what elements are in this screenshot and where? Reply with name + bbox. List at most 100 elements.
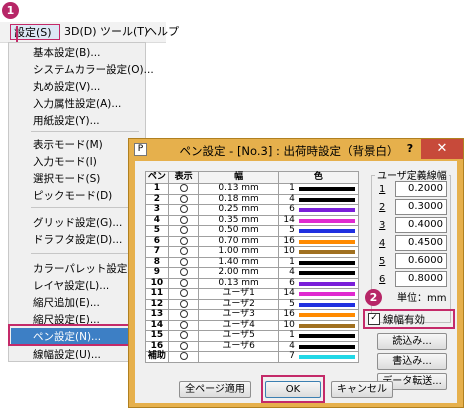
- pen-width[interactable]: ユーザ5: [198, 330, 279, 342]
- pen-visible-toggle[interactable]: [167, 183, 200, 195]
- pen-row[interactable]: 10 0.13 mm 6: [145, 277, 360, 289]
- menu-item-rounding[interactable]: 丸め設定(V)...: [33, 79, 100, 95]
- header-show[interactable]: 表示: [167, 171, 200, 184]
- pen-visible-toggle[interactable]: [167, 351, 200, 363]
- pen-width[interactable]: 2.00 mm: [198, 267, 279, 279]
- help-button[interactable]: ?: [399, 139, 421, 159]
- pen-visible-toggle[interactable]: [167, 246, 200, 258]
- pen-width[interactable]: ユーザ2: [198, 298, 279, 310]
- menu-help[interactable]: ヘルプ: [146, 24, 179, 40]
- pen-color-cell[interactable]: 4: [277, 193, 360, 205]
- menu-item-display-mode[interactable]: 表示モード(M): [33, 137, 103, 153]
- pen-width[interactable]: 1.40 mm: [198, 256, 279, 268]
- pen-row[interactable]: 9 2.00 mm 4: [145, 267, 360, 279]
- pen-color-cell[interactable]: 16: [277, 235, 360, 247]
- user-width-input[interactable]: 0.4000: [395, 217, 447, 233]
- pen-width[interactable]: 0.18 mm: [198, 193, 279, 205]
- user-width-input[interactable]: 0.6000: [395, 253, 447, 269]
- pen-row[interactable]: 5 0.50 mm 5: [145, 225, 360, 237]
- pen-width[interactable]: 0.25 mm: [198, 204, 279, 216]
- pen-row[interactable]: 16 ユーザ6 4: [145, 340, 360, 352]
- pen-row[interactable]: 補助 7: [145, 351, 360, 363]
- pen-visible-toggle[interactable]: [167, 225, 200, 237]
- line-width-checkbox[interactable]: ✓: [368, 313, 380, 325]
- pen-visible-toggle[interactable]: [167, 193, 200, 205]
- user-width-input[interactable]: 0.2000: [395, 181, 447, 197]
- pen-visible-toggle[interactable]: [167, 204, 200, 216]
- header-color[interactable]: 色: [277, 171, 360, 184]
- pen-width[interactable]: 0.50 mm: [198, 225, 279, 237]
- menu-item-select-mode[interactable]: 選択モード(S): [33, 171, 100, 187]
- pen-width[interactable]: ユーザ1: [198, 288, 279, 300]
- menu-item-scale-add[interactable]: 縮尺追加(E)...: [33, 295, 100, 311]
- pen-row[interactable]: 12 ユーザ2 5: [145, 298, 360, 310]
- menu-item-paper[interactable]: 用紙設定(Y)...: [33, 113, 100, 129]
- menu-item-drafter[interactable]: ドラフタ設定(D)...: [33, 232, 122, 248]
- pen-color-cell[interactable]: 1: [277, 256, 360, 268]
- pen-visible-toggle[interactable]: [167, 309, 200, 321]
- menu-item-system-color[interactable]: システムカラー設定(O)...: [33, 62, 154, 78]
- pen-row[interactable]: 2 0.18 mm 4: [145, 193, 360, 205]
- menu-item-pick-mode[interactable]: ピックモード(D): [33, 188, 112, 204]
- pen-color-cell[interactable]: 6: [277, 277, 360, 289]
- pen-color-cell[interactable]: 14: [277, 288, 360, 300]
- user-width-input[interactable]: 0.4500: [395, 235, 447, 251]
- pen-visible-toggle[interactable]: [167, 319, 200, 331]
- pen-color-cell[interactable]: 4: [277, 267, 360, 279]
- user-width-input[interactable]: 0.8000: [395, 271, 447, 287]
- pen-row[interactable]: 14 ユーザ4 10: [145, 319, 360, 331]
- pen-row[interactable]: 4 0.35 mm 14: [145, 214, 360, 226]
- pen-row[interactable]: 1 0.13 mm 1: [145, 183, 360, 195]
- header-width[interactable]: 幅: [198, 171, 279, 184]
- pen-row[interactable]: 3 0.25 mm 6: [145, 204, 360, 216]
- pen-color-cell[interactable]: 14: [277, 214, 360, 226]
- pen-color-cell[interactable]: 6: [277, 204, 360, 216]
- menu-item-input-mode[interactable]: 入力モード(I): [33, 154, 97, 170]
- pen-row[interactable]: 11 ユーザ1 14: [145, 288, 360, 300]
- pen-width[interactable]: 0.35 mm: [198, 214, 279, 226]
- pen-visible-toggle[interactable]: [167, 298, 200, 310]
- pen-width[interactable]: [198, 351, 279, 363]
- pen-row[interactable]: 7 1.00 mm 10: [145, 246, 360, 258]
- pen-visible-toggle[interactable]: [167, 235, 200, 247]
- menu-item-grid[interactable]: グリッド設定(G)...: [33, 215, 122, 231]
- pen-color-cell[interactable]: 16: [277, 309, 360, 321]
- pen-visible-toggle[interactable]: [167, 267, 200, 279]
- pen-width[interactable]: 0.13 mm: [198, 277, 279, 289]
- pen-color-cell[interactable]: 10: [277, 319, 360, 331]
- menu-item-basic-settings[interactable]: 基本設定(B)...: [33, 45, 100, 61]
- dialog-titlebar[interactable]: P ペン設定 - [No.3] : 出荷時設定（背景白） ? ✕: [129, 139, 463, 161]
- apply-all-pages-button[interactable]: 全ページ適用: [179, 381, 251, 398]
- pen-visible-toggle[interactable]: [167, 330, 200, 342]
- pen-visible-toggle[interactable]: [167, 214, 200, 226]
- ok-button[interactable]: OK: [265, 381, 321, 398]
- pen-width[interactable]: 1.00 mm: [198, 246, 279, 258]
- pen-visible-toggle[interactable]: [167, 340, 200, 352]
- pen-color-cell[interactable]: 4: [277, 340, 360, 352]
- pen-visible-toggle[interactable]: [167, 277, 200, 289]
- pen-width[interactable]: ユーザ4: [198, 319, 279, 331]
- pen-color-cell[interactable]: 7: [277, 351, 360, 363]
- pen-width[interactable]: 0.70 mm: [198, 235, 279, 247]
- pen-width[interactable]: 0.13 mm: [198, 183, 279, 195]
- pen-color-cell[interactable]: 10: [277, 246, 360, 258]
- pen-width[interactable]: ユーザ6: [198, 340, 279, 352]
- menu-item-input-attribute[interactable]: 入力属性設定(A)...: [33, 96, 121, 112]
- pen-color-cell[interactable]: 1: [277, 183, 360, 195]
- pen-color-cell[interactable]: 5: [277, 225, 360, 237]
- pen-row[interactable]: 6 0.70 mm 16: [145, 235, 360, 247]
- pen-visible-toggle[interactable]: [167, 288, 200, 300]
- load-button[interactable]: 読込み...: [377, 333, 447, 350]
- header-pen[interactable]: ペン: [145, 171, 169, 184]
- close-button[interactable]: ✕: [421, 139, 463, 159]
- pen-row[interactable]: 8 1.40 mm 1: [145, 256, 360, 268]
- pen-visible-toggle[interactable]: [167, 256, 200, 268]
- user-width-input[interactable]: 0.3000: [395, 199, 447, 215]
- pen-width[interactable]: ユーザ3: [198, 309, 279, 321]
- pen-color-cell[interactable]: 1: [277, 330, 360, 342]
- save-button[interactable]: 書込み...: [377, 353, 447, 370]
- pen-color-cell[interactable]: 5: [277, 298, 360, 310]
- pen-row[interactable]: 13 ユーザ3 16: [145, 309, 360, 321]
- menu-item-layer[interactable]: レイヤ設定(L)...: [33, 278, 109, 294]
- menu-item-line-width[interactable]: 線幅設定(U)...: [33, 347, 101, 359]
